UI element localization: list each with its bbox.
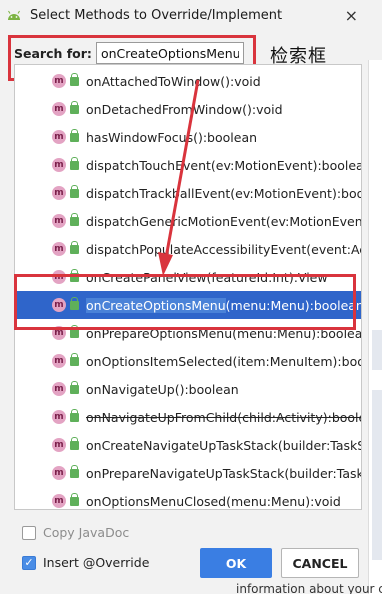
background-window-edge [368, 60, 382, 594]
method-icon: m [52, 74, 66, 88]
method-row[interactable]: m onCreateNavigateUpTaskStack(builder:Tas… [15, 431, 361, 459]
unlock-icon [70, 72, 79, 86]
unlock-icon [70, 240, 79, 254]
method-icon: m [52, 354, 66, 368]
method-signature: onNavigateUp():boolean [86, 381, 239, 397]
method-signature: dispatchGenericMotionEvent(ev:MotionEven… [86, 213, 362, 229]
unlock-icon [70, 408, 79, 422]
copy-javadoc-checkbox[interactable] [22, 525, 36, 540]
method-icon: m [52, 158, 66, 172]
cancel-button[interactable]: CANCEL [281, 548, 359, 578]
method-signature: onPrepareNavigateUpTaskStack(builder:Tas… [86, 465, 361, 481]
method-row[interactable]: m hasWindowFocus():boolean [15, 123, 361, 151]
method-icon: m [52, 130, 66, 144]
method-row[interactable]: m onAttachedToWindow():void [15, 67, 361, 95]
method-signature: onCreateNavigateUpTaskStack(builder:Task… [86, 437, 361, 453]
method-signature: dispatchTouchEvent(ev:MotionEvent):boole… [86, 157, 362, 173]
unlock-icon [70, 184, 79, 198]
method-row[interactable]: m onOptionsMenuClosed(menu:Menu):void [15, 487, 361, 509]
method-signature: hasWindowFocus():boolean [86, 129, 258, 145]
copy-javadoc-option[interactable]: Copy JavaDoc [22, 525, 129, 540]
method-row[interactable]: m dispatchGenericMotionEvent(ev:MotionEve… [15, 207, 362, 235]
method-icon: m [52, 242, 66, 256]
ok-button[interactable]: OK [200, 548, 272, 578]
method-icon: m [52, 438, 66, 452]
method-signature: dispatchPopulateAccessibilityEvent(event… [86, 241, 361, 257]
method-icon: m [52, 410, 66, 424]
window-title: Select Methods to Override/Implement [30, 8, 283, 23]
method-signature: onOptionsItemSelected(item:MenuItem):boo… [86, 353, 362, 369]
method-icon: m [52, 102, 66, 116]
insert-override-option[interactable]: ✓ Insert @Override [22, 555, 149, 570]
method-icon: m [52, 186, 66, 200]
unlock-icon [70, 492, 79, 506]
insert-override-label: Insert @Override [43, 555, 150, 570]
unlock-icon [70, 212, 79, 226]
background-text: information about your c [236, 582, 382, 594]
method-signature: dispatchTrackballEvent(ev:MotionEvent):b… [86, 185, 362, 201]
unlock-icon [70, 436, 79, 450]
method-icon: m [52, 214, 66, 228]
method-row[interactable]: m dispatchPopulateAccessibilityEvent(even… [15, 235, 361, 263]
selected-annotation-box [14, 274, 356, 330]
title-bar: Select Methods to Override/Implement × [0, 0, 382, 32]
unlock-icon [70, 100, 79, 114]
method-signature: onOptionsMenuClosed(menu:Menu):void [86, 493, 341, 509]
unlock-icon [70, 128, 79, 142]
method-signature: onAttachedToWindow():void [86, 73, 261, 89]
method-signature: onNavigateUpFromChild(child:Activity):bo… [86, 409, 362, 425]
method-icon: m [52, 494, 66, 508]
insert-override-checkbox[interactable]: ✓ [22, 555, 36, 570]
android-icon [8, 10, 20, 20]
method-row[interactable]: m onPrepareNavigateUpTaskStack(builder:Ta… [15, 459, 361, 487]
unlock-icon [70, 464, 79, 478]
method-icon: m [52, 382, 66, 396]
unlock-icon [70, 156, 79, 170]
unlock-icon [70, 352, 79, 366]
method-row[interactable]: m dispatchTrackballEvent(ev:MotionEvent):… [15, 179, 362, 207]
method-row[interactable]: m onNavigateUpFromChild(child:Activity):b… [15, 403, 362, 431]
method-row[interactable]: m dispatchTouchEvent(ev:MotionEvent):bool… [15, 151, 362, 179]
unlock-icon [70, 380, 79, 394]
method-row[interactable]: m onOptionsItemSelected(item:MenuItem):bo… [15, 347, 362, 375]
method-signature: onDetachedFromWindow():void [86, 101, 283, 117]
method-row[interactable]: m onDetachedFromWindow():void [15, 95, 361, 123]
method-icon: m [52, 466, 66, 480]
close-icon[interactable]: × [345, 6, 358, 25]
copy-javadoc-label: Copy JavaDoc [43, 525, 130, 540]
method-row[interactable]: m onNavigateUp():boolean [15, 375, 361, 403]
